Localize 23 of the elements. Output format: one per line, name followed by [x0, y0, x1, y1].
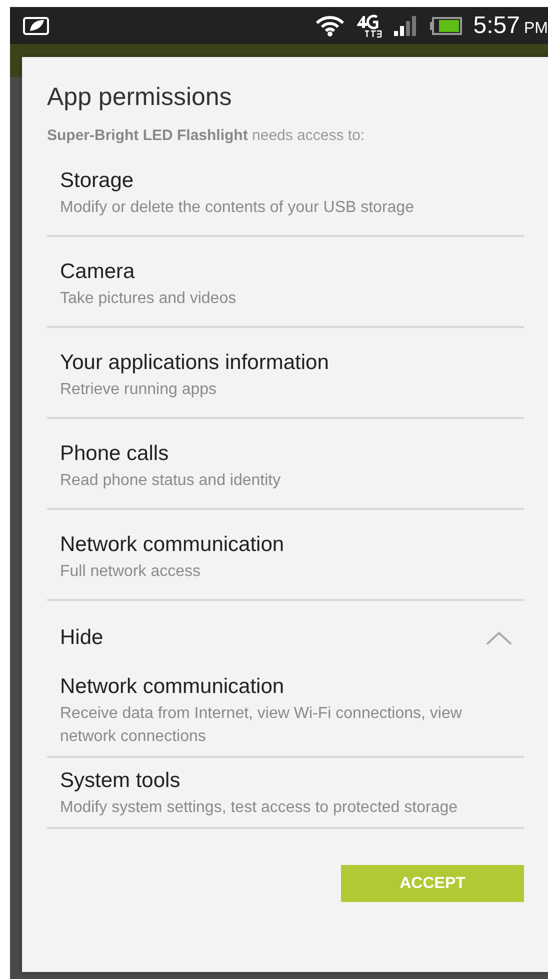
permission-title: Phone calls: [60, 441, 170, 467]
dialog-title: App permissions: [47, 82, 233, 113]
permission-description: Take pictures and videos: [60, 289, 238, 309]
permission-description: Read phone status and identity: [60, 471, 282, 491]
permission-description: Retrieve running apps: [60, 380, 218, 400]
permission-title: Camera: [60, 259, 136, 285]
permission-description: Receive data from Internet, view Wi-Fi connections, view network connections: [60, 704, 463, 747]
permission-title: System tools: [60, 768, 182, 794]
permission-description: Full network access: [60, 562, 202, 582]
battery-saver-icon: [22, 16, 50, 36]
intro-text: Super-Bright LED Flashlight needs access to:: [47, 127, 366, 144]
wifi-icon: [315, 14, 346, 36]
permission-title: Network communication: [60, 532, 286, 558]
lte-icon: [355, 14, 384, 38]
permission-title: Your applications information: [60, 350, 330, 376]
permission-description: Modify or delete the contents of your USB storage: [60, 198, 415, 218]
clock-period: PM: [524, 20, 548, 36]
battery-icon: [429, 16, 464, 36]
permission-title: Storage: [60, 168, 135, 194]
permission-description: Modify system settings, test access to protected storage: [60, 798, 459, 818]
clock: 5:57: [473, 12, 520, 38]
hide-toggle[interactable]: Hide: [60, 601, 524, 664]
permission-title: Network communication: [60, 674, 286, 700]
